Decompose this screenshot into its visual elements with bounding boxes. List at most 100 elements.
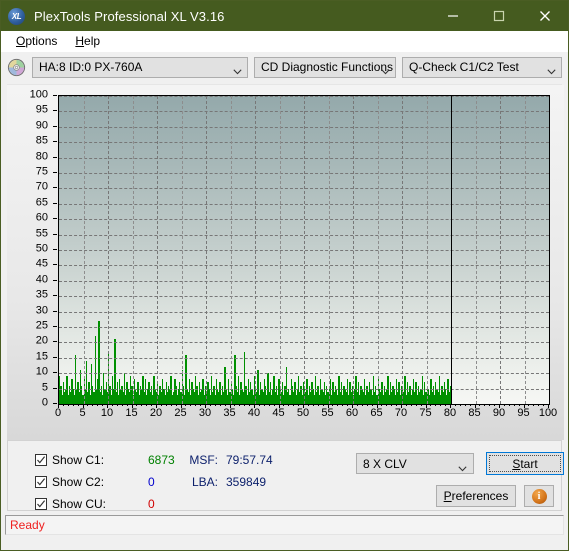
info-button[interactable]: i: [524, 485, 554, 507]
x-tick: [234, 404, 236, 406]
x-tick: [87, 404, 89, 406]
chevron-down-icon: [233, 64, 242, 75]
x-tick: [459, 404, 461, 406]
x-tick: [249, 404, 251, 406]
chevron-down-icon: [547, 64, 556, 75]
x-tick: [72, 404, 74, 406]
y-tick-label: 10: [35, 365, 48, 378]
x-tick: [469, 404, 471, 406]
test-select[interactable]: Q-Check C1/C2 Test: [402, 56, 562, 78]
show-c2-checkbox[interactable]: [35, 476, 47, 488]
x-tick: [538, 404, 540, 406]
drive-select[interactable]: HA:8 ID:0 PX-760A: [32, 56, 248, 78]
x-tick-label: 85: [468, 407, 481, 419]
x-tick: [165, 404, 167, 406]
show-c2-row[interactable]: Show C2:: [35, 475, 104, 489]
show-c1-row[interactable]: Show C1:: [35, 453, 104, 467]
x-tick: [494, 404, 496, 406]
lba-value: 359849: [226, 475, 267, 489]
data-bar: [59, 376, 61, 404]
x-tick: [410, 404, 412, 406]
data-end-marker: [451, 96, 452, 404]
x-tick: [489, 404, 491, 406]
lba-label: LBA:: [191, 475, 218, 489]
x-tick: [533, 404, 535, 406]
x-tick-label: 55: [321, 407, 334, 419]
x-tick: [332, 404, 334, 406]
menu-item-options[interactable]: Options: [7, 31, 66, 52]
x-tick: [160, 404, 162, 406]
x-tick: [327, 404, 329, 408]
x-tick: [219, 404, 221, 406]
x-tick: [67, 404, 69, 406]
y-tick-label: 85: [35, 134, 48, 147]
x-tick: [356, 404, 358, 406]
x-tick: [156, 404, 157, 408]
x-tick-label: 95: [517, 407, 530, 419]
menu-item-help[interactable]: Help: [66, 31, 109, 52]
x-tick: [401, 404, 402, 408]
start-button[interactable]: Start: [486, 452, 564, 475]
x-tick: [224, 404, 226, 406]
drive-select-value: HA:8 ID:0 PX-760A: [39, 60, 143, 74]
x-tick: [185, 404, 187, 406]
x-tick-label: 45: [272, 407, 285, 419]
y-tick: [53, 218, 57, 220]
y-tick-label: 70: [35, 180, 48, 193]
x-tick: [151, 404, 153, 406]
x-tick: [464, 404, 466, 406]
x-tick: [420, 404, 422, 406]
x-tick: [317, 404, 319, 406]
speed-select[interactable]: 8 X CLV: [356, 453, 474, 474]
x-tick: [513, 404, 515, 406]
preferences-button[interactable]: Preferences: [436, 485, 516, 507]
close-icon[interactable]: [522, 1, 568, 31]
x-tick: [82, 404, 84, 408]
function-select[interactable]: CD Diagnostic Functions: [254, 56, 396, 78]
x-tick: [415, 404, 417, 406]
y-tick-label: 25: [35, 319, 48, 332]
x-tick: [548, 404, 549, 408]
x-tick-label: 100: [538, 407, 558, 419]
x-tick: [209, 404, 211, 406]
window-controls: [430, 1, 568, 31]
y-tick-label: 20: [35, 334, 48, 347]
title-bar: XL PlexTools Professional XL V3.16: [1, 1, 568, 31]
x-tick: [283, 404, 285, 406]
y-tick-label: 50: [35, 242, 48, 255]
y-tick: [53, 187, 57, 189]
menu-item-help-label: elp: [84, 34, 101, 48]
plot-area: [58, 95, 550, 405]
y-tick: [53, 341, 57, 343]
function-select-value: CD Diagnostic Functions: [261, 60, 394, 74]
x-tick: [239, 404, 241, 406]
x-tick: [263, 404, 265, 406]
y-tick: [53, 356, 57, 358]
x-tick: [288, 404, 290, 406]
minimize-icon[interactable]: [430, 1, 476, 31]
chevron-down-icon: [381, 64, 390, 75]
window-title: PlexTools Professional XL V3.16: [34, 8, 225, 24]
show-cu-row[interactable]: Show CU:: [35, 497, 106, 511]
y-tick-label: 40: [35, 273, 48, 286]
chart-canvas: 100 95 90 85 80 75 70 65 60 55 50 45 40 35 30 25 20 15 10 5…: [7, 85, 564, 440]
y-tick-label: 45: [35, 257, 48, 270]
x-tick: [337, 404, 339, 406]
c2-value: 0: [148, 475, 155, 489]
show-cu-checkbox[interactable]: [35, 498, 47, 510]
x-tick: [254, 404, 255, 408]
application-window: XL PlexTools Professional XL V3.16 Optio…: [0, 0, 569, 551]
gridline-vertical: [549, 96, 550, 404]
control-panel: Show C1: 6873 Show C2: 0 Show CU: 0 MSF:…: [7, 440, 564, 511]
y-tick-label: 30: [35, 304, 48, 317]
x-tick: [214, 404, 216, 406]
x-tick: [342, 404, 344, 406]
focus-ring: [489, 455, 561, 472]
x-tick: [425, 404, 427, 408]
y-tick-label: 95: [35, 103, 48, 116]
show-c1-checkbox[interactable]: [35, 454, 47, 466]
maximize-icon[interactable]: [476, 1, 522, 31]
x-tick: [371, 404, 373, 406]
x-tick: [450, 404, 451, 408]
y-tick: [53, 141, 57, 143]
